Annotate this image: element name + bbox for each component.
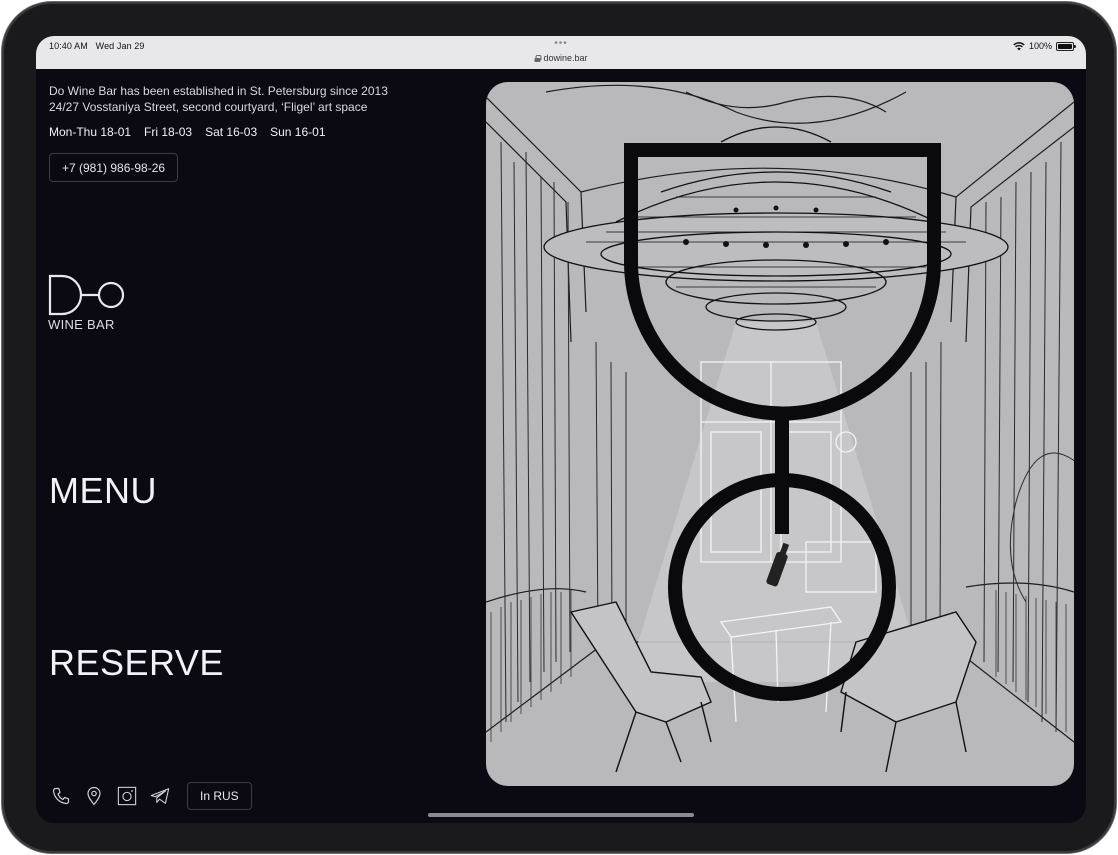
battery-icon bbox=[1056, 41, 1076, 51]
status-indicators: 100% bbox=[1013, 41, 1076, 51]
logo-subtitle: WINE BAR bbox=[48, 317, 115, 332]
bar-info: Do Wine Bar has been established in St. … bbox=[49, 83, 388, 115]
lock-icon bbox=[534, 54, 542, 62]
battery-percent: 100% bbox=[1028, 41, 1052, 51]
hours-sun: Sun 16-01 bbox=[270, 125, 326, 139]
phone-icon[interactable] bbox=[51, 786, 71, 806]
instagram-icon[interactable] bbox=[117, 786, 137, 806]
status-clock: 10:40 AM bbox=[49, 41, 88, 51]
info-established: Do Wine Bar has been established in St. … bbox=[49, 84, 388, 98]
logo[interactable]: WINE BAR bbox=[48, 274, 128, 332]
screen: 10:40 AM Wed Jan 29 ••• dowine.bar 100% bbox=[36, 36, 1086, 823]
wifi-icon bbox=[1013, 41, 1025, 50]
address-bar[interactable]: dowine.bar bbox=[534, 53, 588, 63]
status-date: Wed Jan 29 bbox=[95, 41, 145, 51]
phone-button[interactable]: +7 (981) 986-98-26 bbox=[49, 153, 179, 182]
hero-illustration bbox=[486, 82, 1074, 786]
ufo-room-illustration bbox=[486, 84, 1074, 773]
status-time: 10:40 AM Wed Jan 29 bbox=[49, 41, 145, 51]
hours-fri: Fri 18-03 bbox=[144, 125, 193, 139]
hours-mon-thu: Mon-Thu 18-01 bbox=[49, 125, 132, 139]
telegram-icon[interactable] bbox=[150, 786, 170, 806]
info-address: 24/27 Vosstaniya Street, second courtyar… bbox=[49, 100, 368, 114]
opening-hours: Mon-Thu 18-01 Fri 18-03 Sat 16-03 Sun 16… bbox=[49, 125, 326, 139]
do-logo-mark bbox=[48, 274, 125, 316]
reserve-link[interactable]: RESERVE bbox=[49, 642, 224, 684]
status-bar: 10:40 AM Wed Jan 29 ••• dowine.bar 100% bbox=[36, 36, 1086, 69]
home-indicator[interactable] bbox=[428, 813, 694, 817]
footer-links: In RUS bbox=[51, 782, 252, 810]
tablet-frame: 10:40 AM Wed Jan 29 ••• dowine.bar 100% bbox=[2, 2, 1116, 853]
battery-fill bbox=[1058, 43, 1072, 49]
location-pin-icon[interactable] bbox=[84, 786, 104, 806]
tab-overview-dots-icon[interactable]: ••• bbox=[554, 38, 568, 49]
hours-sat: Sat 16-03 bbox=[205, 125, 258, 139]
menu-link[interactable]: MENU bbox=[49, 470, 157, 512]
url-text: dowine.bar bbox=[543, 53, 588, 63]
language-switch-button[interactable]: In RUS bbox=[187, 782, 252, 810]
